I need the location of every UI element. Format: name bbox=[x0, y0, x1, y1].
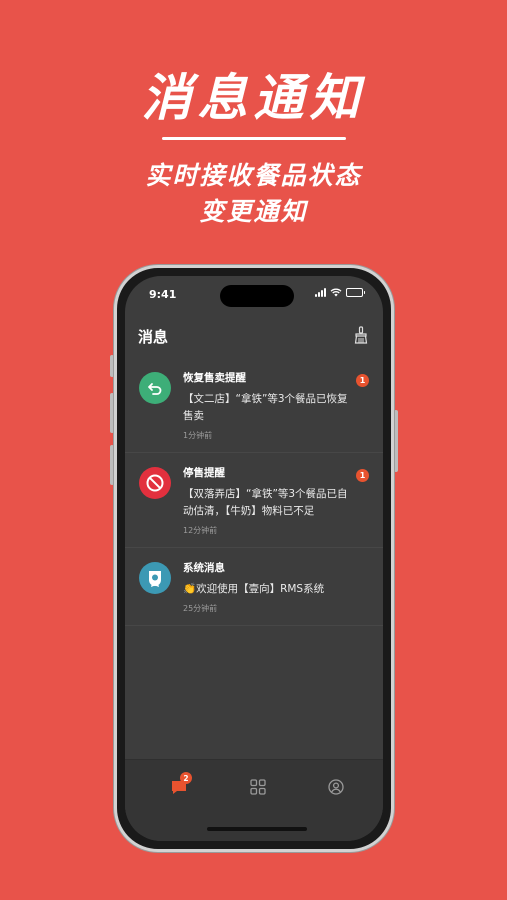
promo-subtitle-line1: 实时接收餐品状态 bbox=[145, 161, 362, 190]
message-body: 【文二店】“拿铁”等3个餐品已恢复售卖 bbox=[183, 393, 348, 422]
unread-badge: 1 bbox=[356, 469, 369, 482]
cellular-signal-icon bbox=[315, 288, 326, 297]
message-item-system[interactable]: 系统消息 👏欢迎使用【壹向】RMS系统 25分钟前 bbox=[125, 548, 383, 626]
status-bar: 9:41 bbox=[125, 276, 383, 310]
wifi-icon bbox=[330, 288, 342, 297]
message-list: 恢复售卖提醒 【文二店】“拿铁”等3个餐品已恢复售卖 1分钟前 1 停售提醒 【… bbox=[125, 358, 383, 626]
message-time: 1分钟前 bbox=[183, 431, 213, 440]
status-time: 9:41 bbox=[149, 288, 177, 301]
promo-headline: 消息通知 bbox=[141, 69, 366, 127]
home-indicator[interactable] bbox=[207, 827, 307, 831]
restore-arrow-icon bbox=[139, 372, 171, 404]
app-header: 消息 bbox=[125, 322, 383, 352]
profile-icon[interactable] bbox=[327, 778, 345, 796]
message-title: 恢复售卖提醒 bbox=[183, 372, 246, 384]
message-body: 👏欢迎使用【壹向】RMS系统 bbox=[183, 583, 325, 595]
message-item-stop-sale[interactable]: 停售提醒 【双落弄店】“拿铁”等3个餐品已自动估清，【牛奶】物料已不足 12分钟… bbox=[125, 453, 383, 548]
message-time: 12分钟前 bbox=[183, 526, 218, 535]
no-entry-icon bbox=[139, 467, 171, 499]
message-title: 停售提醒 bbox=[183, 467, 225, 479]
tab-bar: 2 bbox=[125, 759, 383, 841]
phone-power-button bbox=[394, 410, 398, 472]
phone-screen: 9:41 消息 恢复售卖提醒 【文二店】“拿铁”等3个餐品已恢复售卖 1分钟前 … bbox=[125, 276, 383, 841]
promo-subtitle-line2: 变更通知 bbox=[199, 197, 308, 226]
message-title: 系统消息 bbox=[183, 562, 225, 574]
messages-tab-badge: 2 bbox=[180, 772, 192, 784]
apps-grid-icon[interactable] bbox=[249, 778, 267, 796]
unread-badge: 1 bbox=[356, 374, 369, 387]
promo-divider bbox=[162, 137, 346, 140]
message-body: 【双落弄店】“拿铁”等3个餐品已自动估清，【牛奶】物料已不足 bbox=[183, 488, 348, 517]
status-icons bbox=[315, 288, 365, 297]
battery-icon bbox=[346, 288, 365, 297]
page-title: 消息 bbox=[138, 328, 169, 346]
message-item-restore[interactable]: 恢复售卖提醒 【文二店】“拿铁”等3个餐品已恢复售卖 1分钟前 1 bbox=[125, 358, 383, 453]
phone-frame: 9:41 消息 恢复售卖提醒 【文二店】“拿铁”等3个餐品已恢复售卖 1分钟前 … bbox=[114, 265, 394, 852]
system-medal-icon bbox=[139, 562, 171, 594]
message-time: 25分钟前 bbox=[183, 604, 218, 613]
dynamic-island bbox=[220, 285, 294, 307]
broom-icon[interactable] bbox=[353, 326, 369, 344]
